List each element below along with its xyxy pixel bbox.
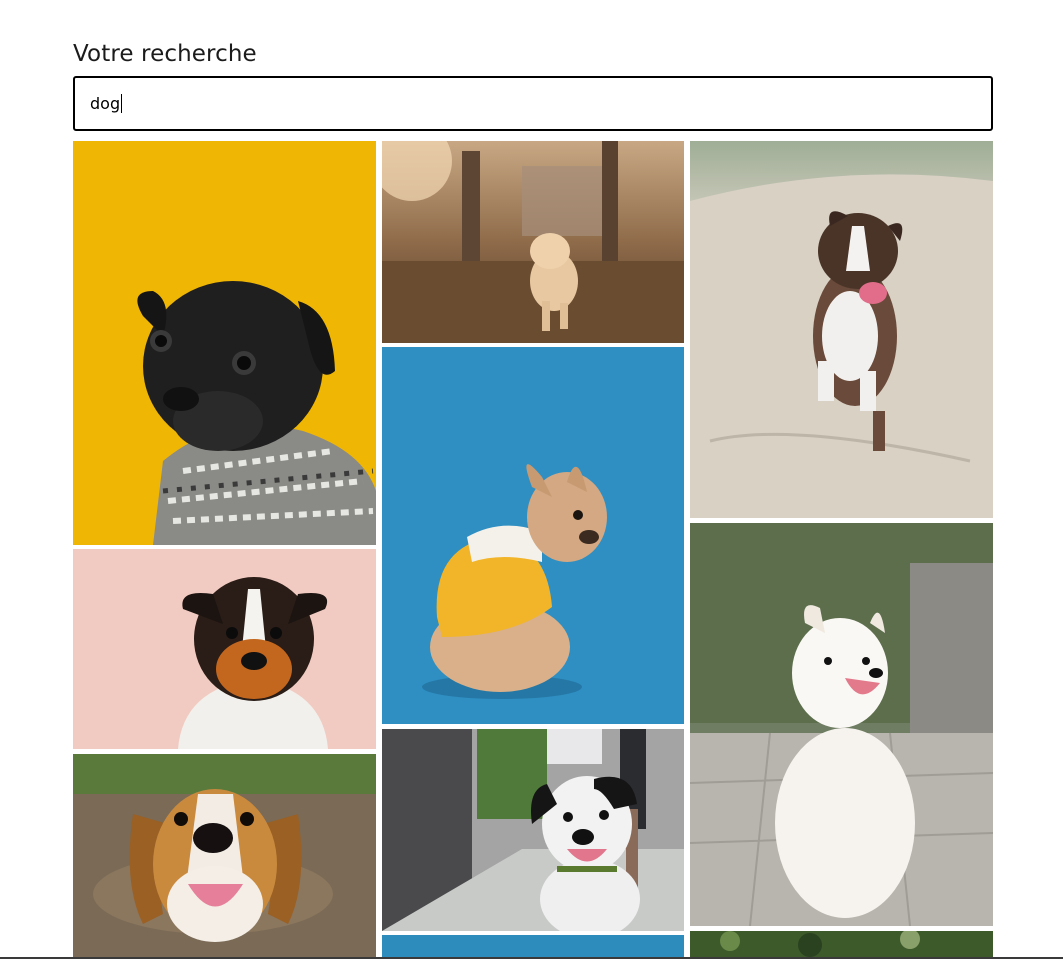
photo-samoyed[interactable] [690, 523, 993, 926]
photo-australian-shepherd[interactable] [690, 141, 993, 518]
photo-terrier[interactable] [73, 549, 376, 749]
photo-french-bulldog[interactable] [382, 347, 684, 724]
photo-pug[interactable] [73, 141, 376, 545]
photo-golden-puppy[interactable] [382, 141, 684, 343]
photo-beagle[interactable] [73, 754, 376, 957]
search-input-value: dog [90, 93, 123, 115]
photo-partial-foliage[interactable] [690, 931, 993, 957]
search-input[interactable]: dog [73, 76, 993, 131]
search-query-text: dog [90, 94, 121, 113]
page: Votre recherche dog [0, 0, 1063, 959]
photo-partial-blue[interactable] [382, 935, 684, 957]
search-label: Votre recherche [73, 41, 257, 67]
text-caret [121, 94, 123, 113]
photo-spotted-dog[interactable] [382, 729, 684, 931]
